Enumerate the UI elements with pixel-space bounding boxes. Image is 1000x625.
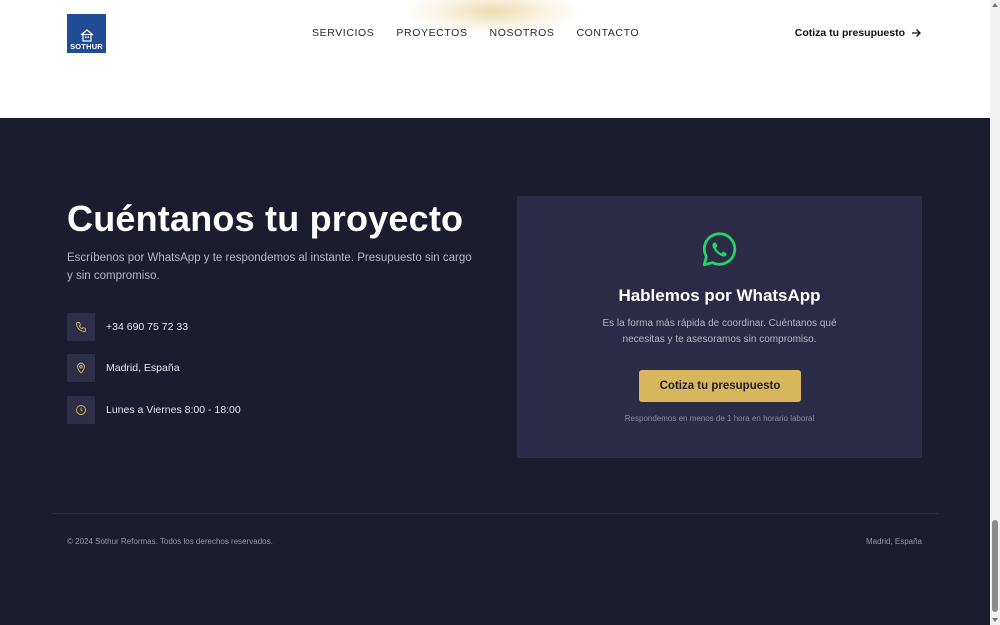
contact-location: Madrid, España xyxy=(67,354,180,382)
response-time-note: Respondemos en menos de 1 hora en horari… xyxy=(624,414,815,423)
contact-phone-text: +34 690 75 72 33 xyxy=(106,321,189,333)
whatsapp-card-title: Hablemos por WhatsApp xyxy=(618,286,821,305)
contact-section: Cuéntanos tu proyecto Escríbenos por Wha… xyxy=(0,118,990,625)
location-pin-icon xyxy=(67,354,95,382)
site-header: SOTHUR SERVICIOS PROYECTOS NOSOTROS CONT… xyxy=(0,0,990,118)
logo[interactable]: SOTHUR xyxy=(67,14,106,53)
nav-servicios[interactable]: SERVICIOS xyxy=(312,27,374,39)
header-quote-label: Cotiza tu presupuesto xyxy=(794,27,905,39)
copyright: © 2024 Sothur Reformas. Todos los derech… xyxy=(67,537,273,546)
nav-nosotros[interactable]: NOSOTROS xyxy=(490,27,555,39)
contact-hours-text: Lunes a Viernes 8:00 - 18:00 xyxy=(106,404,241,416)
page-viewport: SOTHUR SERVICIOS PROYECTOS NOSOTROS CONT… xyxy=(0,0,990,625)
contact-subtitle: Escríbenos por WhatsApp y te respondemos… xyxy=(67,252,472,282)
arrow-right-icon xyxy=(912,29,921,37)
logo-text: SOTHUR xyxy=(70,41,103,51)
nav-contacto[interactable]: CONTACTO xyxy=(576,27,639,39)
footer-divider xyxy=(52,513,938,514)
scroll-down-arrow-icon[interactable] xyxy=(992,618,998,622)
header-quote-link[interactable]: Cotiza tu presupuesto xyxy=(795,27,921,39)
contact-hours: Lunes a Viernes 8:00 - 18:00 xyxy=(67,396,241,424)
whatsapp-card: Hablemos por WhatsApp Es la forma más rá… xyxy=(517,196,922,458)
contact-title: Cuéntanos tu proyecto xyxy=(67,198,464,239)
contact-phone[interactable]: +34 690 75 72 33 xyxy=(67,313,188,341)
whatsapp-icon xyxy=(702,232,737,267)
nav-proyectos[interactable]: PROYECTOS xyxy=(396,27,467,39)
phone-icon xyxy=(67,313,95,341)
footer-location: Madrid, España xyxy=(865,537,922,546)
scrollbar[interactable] xyxy=(990,0,1000,625)
whatsapp-card-text: Es la forma más rápida de coordinar. Cué… xyxy=(602,318,837,345)
quote-button[interactable]: Cotiza tu presupuesto xyxy=(639,370,801,402)
contact-location-text: Madrid, España xyxy=(106,362,180,374)
scrollbar-thumb[interactable] xyxy=(992,520,998,612)
house-icon xyxy=(80,28,93,42)
clock-icon xyxy=(67,396,95,424)
scroll-up-arrow-icon[interactable] xyxy=(992,3,998,7)
main-nav: SERVICIOS PROYECTOS NOSOTROS CONTACTO xyxy=(312,27,661,39)
